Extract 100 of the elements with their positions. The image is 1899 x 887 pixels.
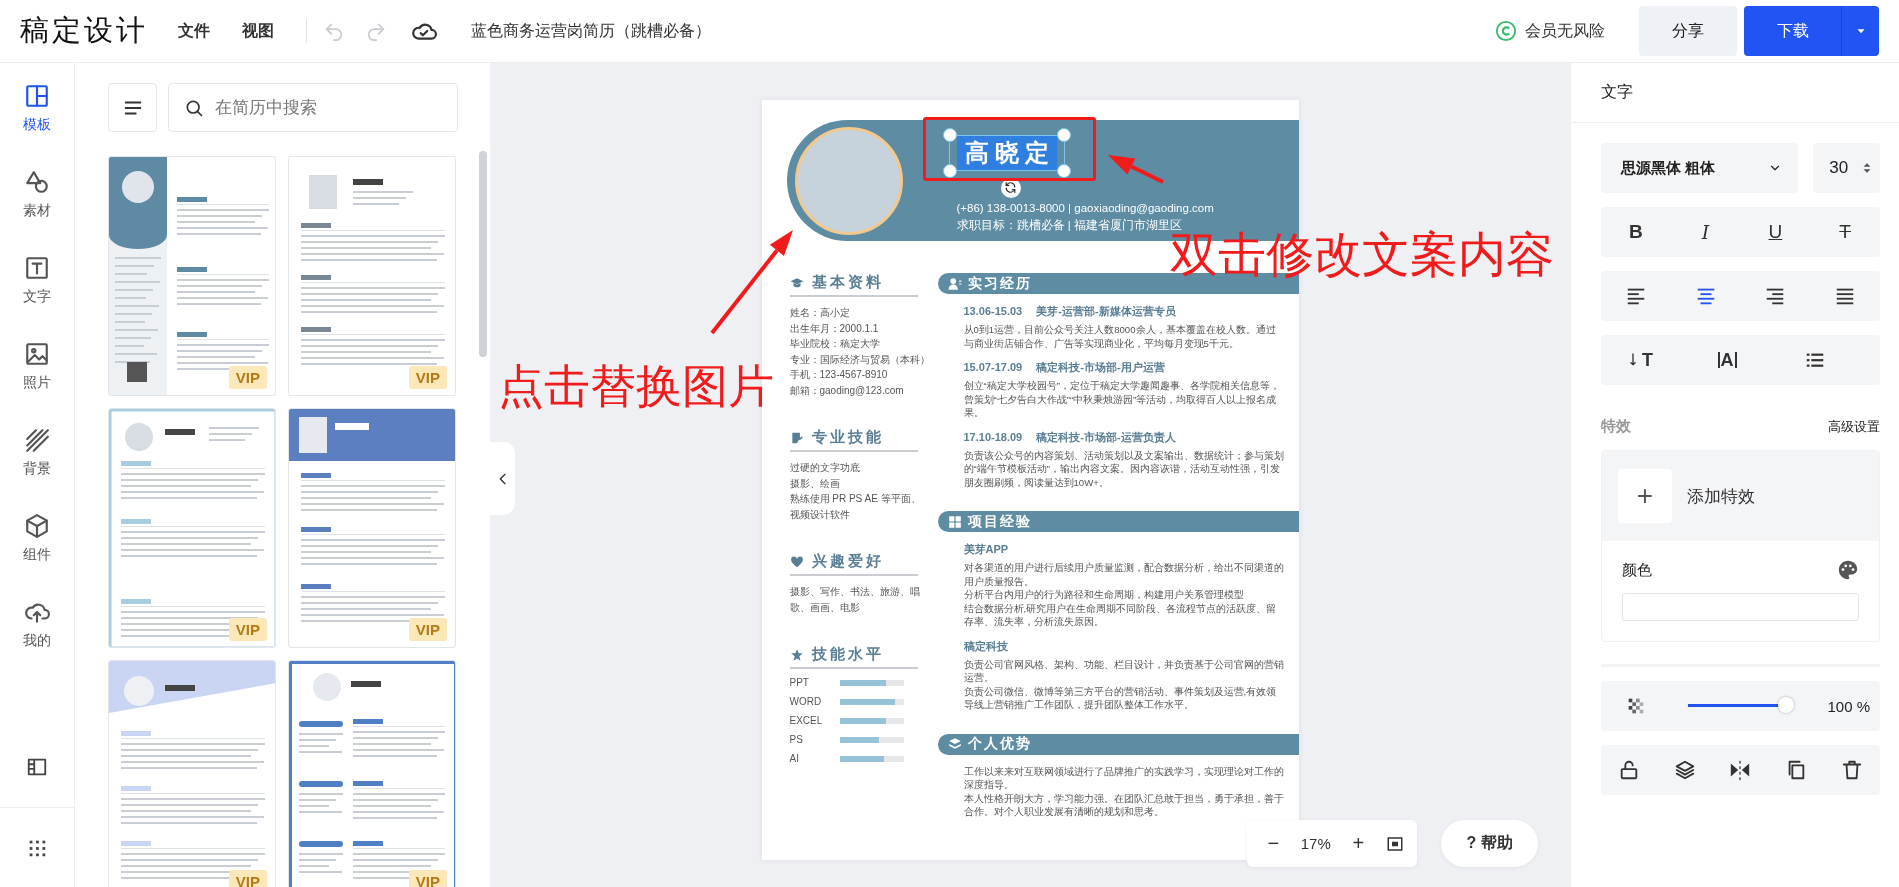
vip-badge: VIP bbox=[228, 870, 267, 887]
skill-label: WORD bbox=[789, 696, 823, 707]
section-heading: 项目经验 bbox=[967, 512, 1032, 531]
fit-screen-button[interactable] bbox=[1385, 834, 1404, 853]
heart-icon bbox=[789, 554, 804, 569]
name-text[interactable]: 高晓定 bbox=[956, 135, 1057, 170]
zoom-level: 17% bbox=[1300, 835, 1331, 852]
description-text: 负责公司官网风格、架构、功能、栏目设计，并负责基于公司官网的营销运营。 bbox=[963, 657, 1285, 685]
section-heading: 兴趣爱好 bbox=[811, 552, 884, 571]
collapse-handle[interactable] bbox=[490, 442, 515, 515]
sidebar-tab[interactable]: 素材 bbox=[0, 169, 74, 255]
menu-item[interactable]: 文件 bbox=[178, 20, 210, 42]
grid-icon bbox=[947, 514, 962, 529]
description-text: 负责公司微信、微博等第三方平台的营销活动、事件策划及运营,有效领导线上营销推广工作团队，提升团队整体工作水平。 bbox=[963, 684, 1278, 712]
annotation-text: 双击修改文案内容 bbox=[1170, 231, 1554, 279]
sidebar-tab[interactable]: 照片 bbox=[0, 341, 74, 427]
shapes-icon bbox=[24, 169, 50, 195]
note-icon bbox=[789, 430, 804, 445]
italic-button[interactable]: I bbox=[1683, 214, 1728, 250]
job-target-text[interactable]: 求职目标：跳槽必备 | 福建省厦门市湖里区 bbox=[956, 216, 1182, 234]
panel-icon bbox=[26, 756, 48, 778]
vip-badge: VIP bbox=[408, 366, 447, 389]
vip-badge: VIP bbox=[408, 870, 447, 887]
section-label: 特效 bbox=[1601, 417, 1631, 436]
skill-label: PPT bbox=[789, 677, 810, 688]
opacity-value: 100 % bbox=[1827, 697, 1870, 715]
entry-title: 15.07-17.09 稿定科技-市场部-用户运营 bbox=[963, 360, 1166, 375]
bold-button[interactable]: B bbox=[1613, 214, 1658, 250]
help-button[interactable]: ? 帮助 bbox=[1441, 820, 1538, 867]
sidebar-tab[interactable]: 文字 bbox=[0, 255, 74, 341]
add-effect-button[interactable]: + bbox=[1618, 469, 1672, 523]
diagonal-lines-icon bbox=[24, 427, 50, 453]
palette-icon bbox=[1837, 559, 1859, 581]
entry-title: 美芽APP bbox=[963, 542, 1010, 557]
sidebar-tab[interactable]: 背景 bbox=[0, 427, 74, 513]
advanced-settings-link[interactable]: 高级设置 bbox=[1828, 417, 1880, 436]
fit-screen-icon bbox=[1385, 834, 1404, 853]
section-heading: 个人优势 bbox=[967, 735, 1032, 753]
info-text: 摄影、绘画 bbox=[789, 476, 841, 491]
contact-text[interactable]: (+86) 138-0013-8000 | gaoxiaoding@gaoding.com bbox=[956, 199, 1214, 217]
skill-label: AI bbox=[789, 753, 800, 764]
color-input[interactable] bbox=[1622, 593, 1859, 621]
font-dropdown[interactable]: 思源黑体 粗体 bbox=[1601, 143, 1799, 193]
vip-badge: VIP bbox=[228, 618, 267, 641]
document-title[interactable]: 蓝色商务运营岗简历（跳槽必备） bbox=[471, 20, 1495, 42]
info-text: 摄影、写作、书法、旅游、唱歌、画画、电影 bbox=[789, 585, 921, 615]
vip-badge: VIP bbox=[408, 618, 447, 641]
strike-button[interactable]: T bbox=[1823, 214, 1868, 250]
info-text: 邮箱：gaoding@123.com bbox=[789, 383, 905, 398]
vertical-text-button[interactable]: T bbox=[1617, 342, 1661, 378]
scrollbar[interactable] bbox=[479, 151, 487, 357]
section-heading: 实习经历 bbox=[967, 274, 1032, 293]
layers-icon bbox=[1673, 759, 1696, 781]
skill-label: EXCEL bbox=[789, 715, 824, 726]
image-icon bbox=[24, 341, 50, 367]
share-button[interactable]: 分享 bbox=[1639, 6, 1737, 56]
description-text: 对各渠道的用户进行后续用户质量监测，配合数据分析，给出不同渠道的用户质量报告。 bbox=[963, 561, 1285, 588]
sidebar-tab[interactable]: 组件 bbox=[0, 513, 74, 599]
info-text: 专业：国际经济与贸易（本科） bbox=[789, 352, 930, 367]
info-text: 过硬的文字功底 bbox=[789, 461, 861, 475]
vip-badge: VIP bbox=[228, 366, 267, 389]
info-text: 出生年月：2000.1.1 bbox=[789, 321, 880, 336]
selection-frame[interactable] bbox=[942, 127, 1071, 178]
description-text: 结合数据分析,研究用户在生命周期不同阶段、各流程节点的活跃度、留存率、流失率，分析流失原因。 bbox=[963, 601, 1278, 629]
person-icon bbox=[947, 276, 962, 291]
color-label: 颜色 bbox=[1622, 560, 1652, 580]
underline-button[interactable]: U bbox=[1753, 214, 1798, 250]
description-text: 分析平台内用户的行为路径和生命周期，构建用户关系管理模型 bbox=[963, 588, 1245, 602]
palette-button[interactable] bbox=[1837, 559, 1859, 581]
section-heading: 技能水平 bbox=[811, 645, 884, 664]
layout-icon bbox=[24, 83, 50, 109]
letter-spacing-button[interactable]: A bbox=[1705, 342, 1749, 378]
info-text: 手机：123-4567-8910 bbox=[789, 368, 889, 382]
info-text: 熟练使用 PR PS AE 等平面、视频设计软件 bbox=[789, 492, 922, 522]
annotation-text: 点击替换图片 bbox=[498, 363, 774, 409]
add-effect-label: 添加特效 bbox=[1687, 485, 1755, 508]
info-text: 姓名：高小定 bbox=[789, 306, 851, 320]
sidebar-tab[interactable]: 我的 bbox=[0, 599, 74, 685]
font-size-field[interactable]: 30 bbox=[1813, 143, 1880, 193]
logo-text[interactable]: 稿定设计 bbox=[20, 11, 148, 51]
member-guarantee-text: 会员无风险 bbox=[1525, 20, 1605, 41]
flip-icon bbox=[1729, 759, 1752, 781]
zoom-out-button[interactable]: − bbox=[1260, 832, 1287, 855]
entry-title: 13.06-15.03 美芽-运营部-新媒体运营专员 bbox=[963, 304, 1177, 319]
star-icon bbox=[789, 647, 804, 662]
slider-handle[interactable] bbox=[1778, 697, 1795, 713]
zoom-in-button[interactable]: + bbox=[1345, 832, 1372, 855]
annotation-arrow bbox=[1108, 155, 1164, 184]
search-field[interactable]: 在简历中搜索 bbox=[168, 83, 458, 132]
text-box-icon bbox=[24, 255, 50, 281]
panel-title: 文字 bbox=[1571, 63, 1899, 123]
menu-item[interactable]: 视图 bbox=[242, 20, 274, 42]
rotate-icon bbox=[1004, 181, 1017, 194]
info-text: 毕业院校：稿定大学 bbox=[789, 337, 881, 351]
sidebar-tab[interactable]: 模板 bbox=[0, 83, 74, 169]
skill-label: PS bbox=[789, 734, 804, 745]
menu-button[interactable] bbox=[108, 83, 157, 132]
description-text: 负责该公众号的内容策划、活动策划以及文案输出、数据统计；参与策划的“端午节模板活动”，输出内容文案。因内容诙谐，活动互动性强，引发朋友圈刷频，阅读量达到10W+。 bbox=[963, 448, 1285, 489]
layers-icon bbox=[947, 737, 962, 751]
entry-title: 17.10-18.09 稿定科技-市场部-运营负责人 bbox=[963, 429, 1177, 445]
